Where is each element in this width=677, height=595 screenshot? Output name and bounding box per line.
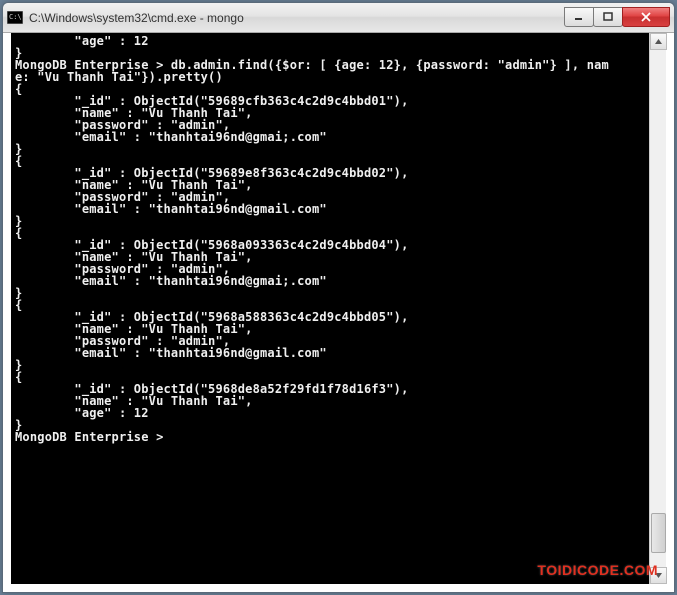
close-button[interactable]: [622, 7, 670, 27]
titlebar[interactable]: C:\ C:\Windows\system32\cmd.exe - mongo: [3, 3, 674, 33]
scrollbar-thumb[interactable]: [651, 513, 666, 553]
svg-text:C:\: C:\: [9, 13, 22, 21]
window-controls: [565, 9, 670, 27]
console-output[interactable]: "age" : 12 } MongoDB Enterprise > db.adm…: [11, 33, 666, 584]
cmd-icon: C:\: [7, 11, 23, 25]
watermark: TOIDICODE.COM: [537, 562, 658, 578]
scroll-up-button[interactable]: [650, 33, 667, 50]
window-title: C:\Windows\system32\cmd.exe - mongo: [29, 11, 565, 25]
maximize-button[interactable]: [593, 7, 623, 27]
minimize-button[interactable]: [564, 7, 594, 27]
vertical-scrollbar[interactable]: [649, 33, 666, 584]
cmd-window: C:\ C:\Windows\system32\cmd.exe - mongo …: [2, 2, 675, 593]
